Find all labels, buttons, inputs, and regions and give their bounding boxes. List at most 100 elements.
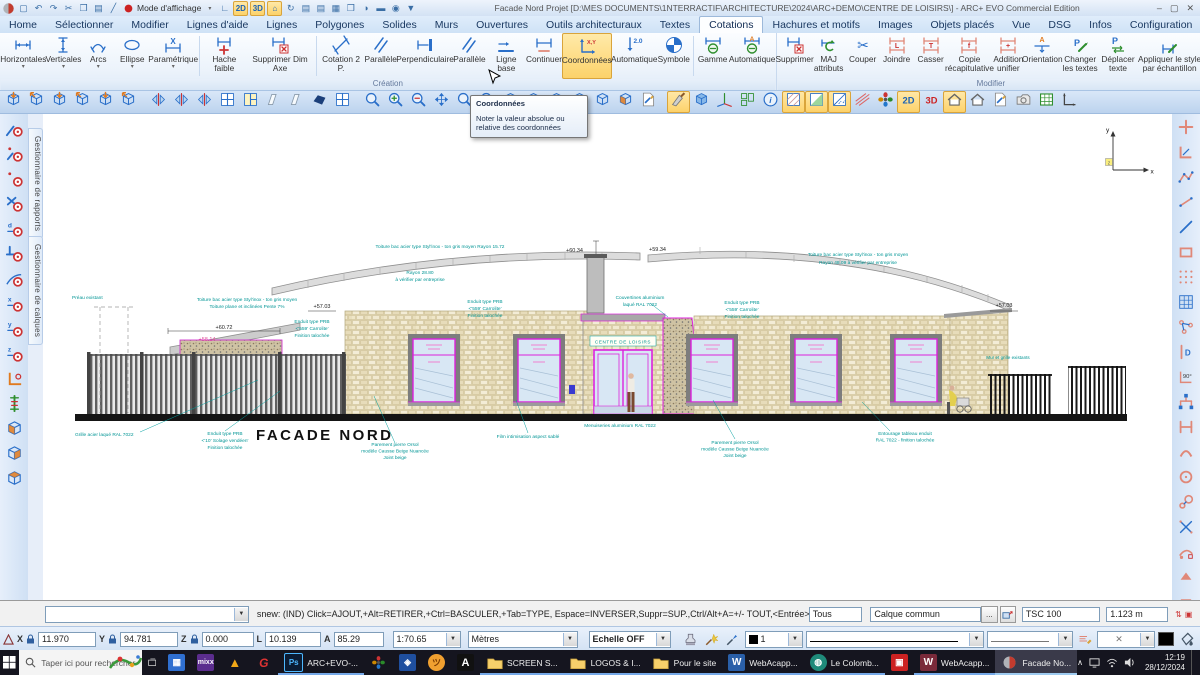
draw-corner-button[interactable]: [1174, 142, 1199, 166]
zoom-pan-button[interactable]: [430, 91, 453, 113]
menu-tab-images[interactable]: Images: [869, 16, 921, 33]
a-field[interactable]: 85.29: [334, 632, 384, 647]
view-cube-side-button[interactable]: [2, 444, 27, 468]
display-mode-dropdown[interactable]: Mode d'affichage: [135, 3, 203, 13]
draw-arc-button[interactable]: [1174, 442, 1199, 466]
draw-cross-button[interactable]: [1174, 117, 1199, 141]
draw-segment-button[interactable]: [1174, 192, 1199, 216]
snap-coord-x-button[interactable]: x: [2, 294, 27, 318]
record-icon[interactable]: [122, 2, 135, 15]
eye-icon[interactable]: ◉: [389, 2, 402, 15]
ribbon-orientation-button[interactable]: AOrientation: [1025, 33, 1059, 79]
taskbar-search[interactable]: Taper ici pour rechercher: [19, 650, 142, 675]
lock-icon[interactable]: [108, 634, 117, 644]
band-icon[interactable]: ▬: [374, 2, 387, 15]
tray-wifi-icon[interactable]: [1106, 657, 1118, 668]
start-button[interactable]: [0, 650, 19, 675]
layout-icon[interactable]: ▼: [404, 2, 417, 15]
view-left-button[interactable]: [48, 91, 71, 113]
drawing-canvas[interactable]: z y x CENTRE DE LOISIRS: [43, 114, 1172, 600]
ribbon-casser-button[interactable]: TCasser: [914, 33, 948, 79]
menu-tab-vue[interactable]: Vue: [1003, 16, 1039, 33]
info-icon[interactable]: ◑: [359, 2, 372, 15]
menu-tab-lignes[interactable]: Lignes: [257, 16, 306, 33]
pen-select[interactable]: 1▼: [745, 631, 803, 648]
axes-3d-button[interactable]: [713, 91, 736, 113]
linetype-select[interactable]: ▼: [806, 631, 984, 648]
draw-grid-button[interactable]: [1174, 292, 1199, 316]
ribbon-perpendiculaire-button[interactable]: Perpendiculaire: [398, 33, 453, 79]
menu-tab-infos[interactable]: Infos: [1080, 16, 1121, 33]
menu-tab-polygones[interactable]: Polygones: [306, 16, 373, 33]
ribbon-symbole-button[interactable]: Symbole: [657, 33, 691, 79]
draw-tree-button[interactable]: [1174, 392, 1199, 416]
menu-tab-cotations[interactable]: Cotations: [699, 16, 763, 33]
app-colorwheel-taskbar-button[interactable]: [364, 650, 393, 675]
folder-site-taskbar-button[interactable]: Pour le site: [647, 650, 723, 675]
snap-distance-button[interactable]: d: [2, 219, 27, 243]
folder-screen-taskbar-button[interactable]: SCREEN S...: [480, 650, 564, 675]
ribbon-continuer-button[interactable]: Continuer: [526, 33, 562, 79]
ribbon-parall-le-button[interactable]: Parallèle: [452, 33, 486, 79]
paint-bucket-icon[interactable]: [1177, 631, 1197, 647]
units-select[interactable]: Mètres▼: [468, 631, 578, 648]
scroll-arrows-icon[interactable]: ⇅: [1175, 610, 1182, 619]
solid-cube-button[interactable]: [690, 91, 713, 113]
ribbon-copie-r-capitulative-button[interactable]: fCopie récapitulative: [948, 33, 992, 79]
snap-intersection-button[interactable]: [2, 194, 27, 218]
chevron-down-icon[interactable]: ▾: [62, 64, 65, 70]
tray-pc-icon[interactable]: [1089, 657, 1100, 668]
view-sheet-1-button[interactable]: [262, 91, 285, 113]
scroll-up-button[interactable]: [1174, 567, 1199, 591]
chevron-down-icon[interactable]: ▾: [131, 64, 134, 70]
axis-origin-button[interactable]: [2, 369, 27, 393]
menu-tab-hachures-et-motifs[interactable]: Hachures et motifs: [763, 16, 869, 33]
snap-coord-y-button[interactable]: y: [2, 319, 27, 343]
snap-tangent-button[interactable]: [2, 269, 27, 293]
draw-rectangle-button[interactable]: [1174, 242, 1199, 266]
dim-angle-90-button[interactable]: 90°: [1174, 367, 1199, 391]
menu-tab-dsg[interactable]: DSG: [1039, 16, 1080, 33]
ribbon-joindre-button[interactable]: LJoindre: [880, 33, 914, 79]
app-colombier-taskbar-button[interactable]: ◍Le Colomb...: [804, 650, 885, 675]
sync-icon[interactable]: ↻: [284, 2, 297, 15]
filter-field[interactable]: Tous: [809, 607, 863, 622]
render-sketch-button[interactable]: [637, 91, 660, 113]
cut-icon[interactable]: ✂: [62, 2, 75, 15]
corner-axis-icon[interactable]: ∟: [218, 2, 231, 15]
eyedropper-icon[interactable]: [724, 632, 742, 647]
ribbon-supprimer-dim-axe-button[interactable]: Supprimer Dim Axe: [247, 33, 314, 79]
layer-browse-button[interactable]: ...: [981, 606, 997, 623]
app-webacappella-taskbar-button[interactable]: WWebAcapp...: [722, 650, 804, 675]
app-g-taskbar-button[interactable]: G: [249, 650, 278, 675]
stamp-icon[interactable]: [682, 632, 700, 647]
draw-cross-x-button[interactable]: [1174, 517, 1199, 541]
menu-tab-solides[interactable]: Solides: [373, 16, 425, 33]
view-back-button[interactable]: [25, 91, 48, 113]
style-brush-button[interactable]: [989, 91, 1012, 113]
dim-height-button[interactable]: [1174, 417, 1199, 441]
tray-volume-icon[interactable]: [1124, 657, 1135, 668]
layer-icon[interactable]: [1000, 606, 1016, 623]
minimize-button[interactable]: –: [1157, 3, 1162, 14]
ribbon-arcs-button[interactable]: Arcs▾: [81, 33, 115, 79]
distance-field[interactable]: 1.123 m: [1106, 607, 1167, 622]
chevron-down-icon[interactable]: ▾: [22, 64, 25, 70]
layers-manager-tab[interactable]: Gestionnaire de calques: [28, 236, 43, 345]
print-icon[interactable]: ▤: [314, 2, 327, 15]
delta-icon[interactable]: [3, 634, 14, 645]
save-icon[interactable]: ▦: [329, 2, 342, 15]
menu-tab-lignes-d-aide[interactable]: Lignes d'aide: [178, 16, 258, 33]
app-smiley-taskbar-button[interactable]: ツ: [422, 650, 451, 675]
copy-icon[interactable]: ❐: [77, 2, 90, 15]
magic-wand-icon[interactable]: [703, 632, 721, 647]
menu-tab-ouvertures[interactable]: Ouvertures: [467, 16, 537, 33]
layer-field[interactable]: Calque commun: [870, 607, 981, 622]
ribbon-maj-attributs-button[interactable]: MAJ attributs: [812, 33, 846, 79]
app-adobe-taskbar-button[interactable]: ▣: [885, 650, 914, 675]
color-wheel-button[interactable]: [874, 91, 897, 113]
mode-2d-button[interactable]: 2D: [897, 91, 920, 113]
window-split-button[interactable]: [216, 91, 239, 113]
mirror-vertical-button[interactable]: [170, 91, 193, 113]
ribbon-param-trique-button[interactable]: XParamétrique▾: [149, 33, 197, 79]
